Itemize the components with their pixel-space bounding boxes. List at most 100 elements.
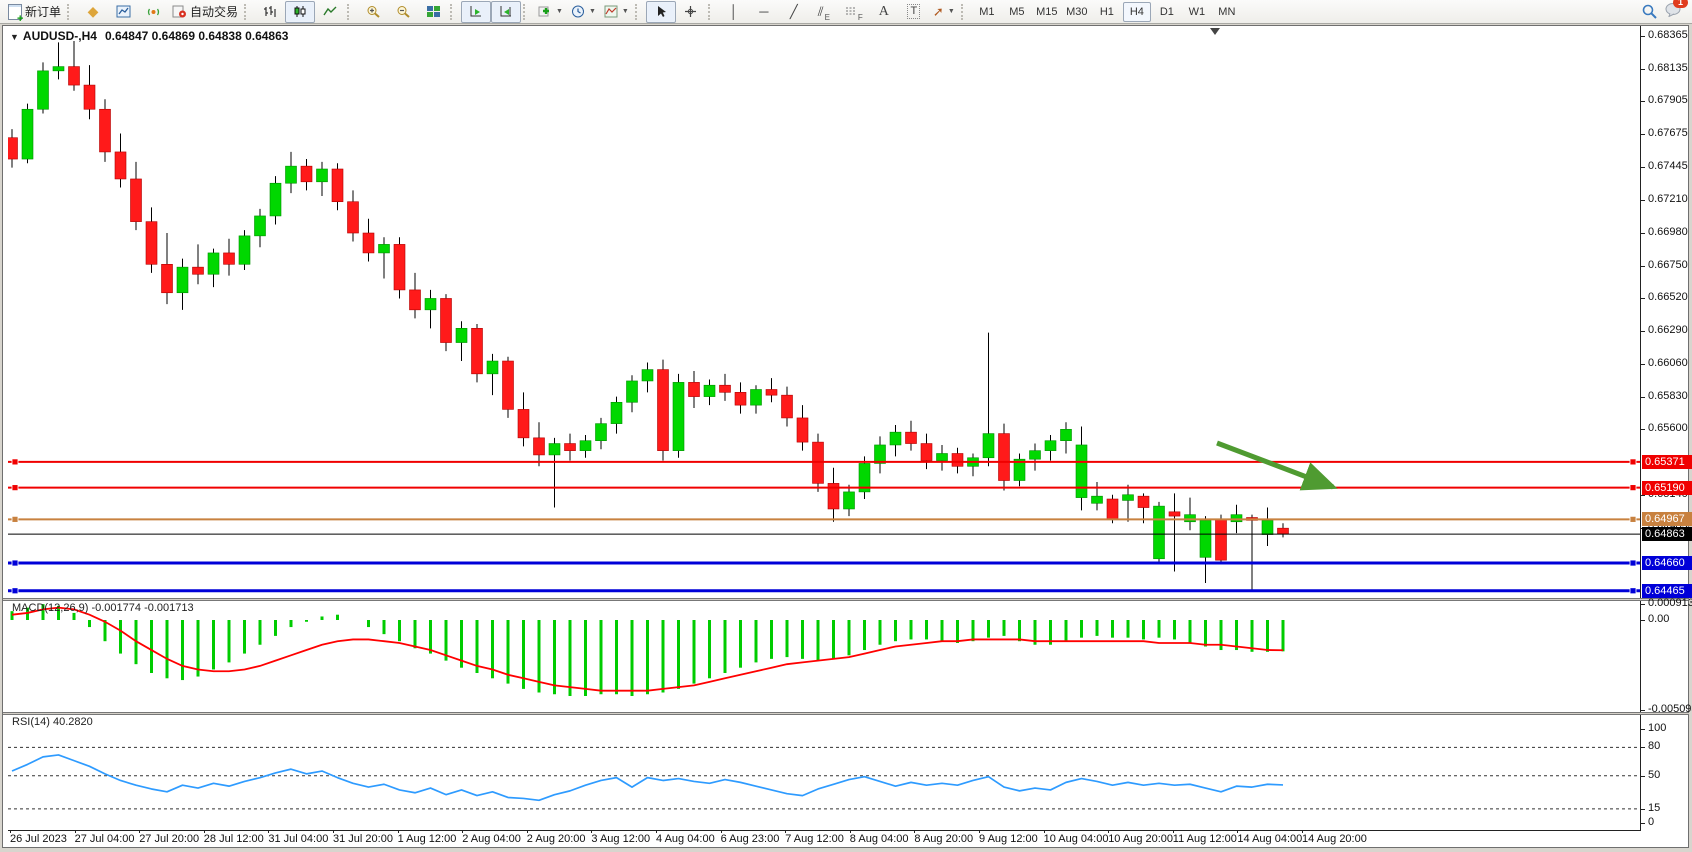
candle-bull xyxy=(177,267,188,293)
tf-M30[interactable]: M30 xyxy=(1063,2,1091,22)
candle-bear xyxy=(394,244,405,290)
candle-bull xyxy=(1045,441,1056,451)
candlestick-button[interactable] xyxy=(285,1,315,23)
candle-bull xyxy=(937,453,948,460)
new-order-icon: + xyxy=(8,4,22,20)
tf-M5[interactable]: M5 xyxy=(1003,2,1031,22)
autotrading-button[interactable]: 自动交易 xyxy=(168,1,242,23)
candle-bull xyxy=(627,381,638,402)
line-price-flag[interactable]: 0.65190 xyxy=(1642,481,1692,495)
line-handle xyxy=(1630,588,1636,594)
horizontal-line-button[interactable]: ─ xyxy=(749,1,779,23)
tf-W1[interactable]: W1 xyxy=(1183,2,1211,22)
line-price-flag[interactable]: 0.65371 xyxy=(1642,455,1692,469)
tf-H4[interactable]: H4 xyxy=(1123,2,1151,22)
candlestick-icon xyxy=(293,5,307,18)
new-chart-button[interactable] xyxy=(108,1,138,23)
rsi-tick-label: 0 xyxy=(1648,816,1654,828)
crosshair-button[interactable] xyxy=(676,1,706,23)
chart-shift-marker[interactable] xyxy=(1210,28,1220,35)
date-label: 8 Aug 04:00 xyxy=(850,833,909,845)
price-tick-label: 0.65830 xyxy=(1648,390,1688,402)
periods-button[interactable]: ▼ xyxy=(567,1,600,23)
symbol-period-label: AUDUSD-,H4 xyxy=(23,29,97,43)
separator xyxy=(244,4,253,20)
auto-scroll-button[interactable] xyxy=(461,1,491,23)
separator xyxy=(450,4,459,20)
candle-bull xyxy=(1185,515,1196,522)
date-label: 31 Jul 04:00 xyxy=(268,833,328,845)
macd-pane[interactable] xyxy=(8,601,1640,712)
arrows-button[interactable]: ➚ ▼ xyxy=(929,1,959,23)
fibo-sub-label: F xyxy=(858,13,863,22)
vertical-line-icon: │ xyxy=(730,5,738,18)
tf-MN[interactable]: MN xyxy=(1213,2,1241,22)
candle-bull xyxy=(642,370,653,381)
line-chart-button[interactable] xyxy=(315,1,345,23)
chevron-down-icon: ▼ xyxy=(622,8,629,15)
macd-tick xyxy=(1640,710,1645,711)
vertical-line-button[interactable]: │ xyxy=(719,1,749,23)
text-label-button[interactable]: T xyxy=(899,1,929,23)
candle-bear xyxy=(797,418,808,442)
line-handle xyxy=(1630,560,1636,566)
equidistant-channel-button[interactable]: ⫽ E xyxy=(809,1,839,23)
separator xyxy=(67,4,76,20)
styler-button[interactable]: ◆ xyxy=(78,1,108,23)
main-chart[interactable] xyxy=(8,27,1640,598)
zoom-in-button[interactable] xyxy=(358,1,388,23)
candle-bull xyxy=(379,244,390,253)
line-price-flag[interactable]: 0.64660 xyxy=(1642,556,1692,570)
separator xyxy=(347,4,356,20)
candle-bear xyxy=(1216,519,1227,560)
price-tick xyxy=(1640,429,1645,430)
templates-button[interactable]: ▼ xyxy=(600,1,633,23)
horizontal-line-icon: ─ xyxy=(759,5,768,18)
community-button[interactable]: 1 xyxy=(1665,2,1682,22)
rsi-tick-label: 80 xyxy=(1648,740,1660,752)
chart-shift-button[interactable] xyxy=(491,1,521,23)
signals-button[interactable] xyxy=(138,1,168,23)
rsi-line xyxy=(12,755,1283,800)
candle-bear xyxy=(84,85,95,109)
candle-bull xyxy=(1200,520,1211,557)
text-button[interactable]: A xyxy=(869,1,899,23)
line-handle xyxy=(1630,485,1636,491)
trendline-button[interactable]: ╱ xyxy=(779,1,809,23)
date-label: 10 Aug 20:00 xyxy=(1108,833,1173,845)
tile-windows-button[interactable] xyxy=(418,1,448,23)
line-price-flag[interactable]: 0.64967 xyxy=(1642,512,1692,526)
price-tick xyxy=(1640,200,1645,201)
candle-bear xyxy=(115,152,126,179)
zoom-out-button[interactable] xyxy=(388,1,418,23)
macd-tick xyxy=(1640,620,1645,621)
pane-separator[interactable] xyxy=(3,712,1689,715)
pane-separator[interactable] xyxy=(3,598,1689,601)
new-chart-icon xyxy=(116,5,131,18)
candle-bear xyxy=(100,109,111,152)
rsi-pane[interactable] xyxy=(8,715,1640,830)
rsi-tick xyxy=(1640,729,1645,730)
candle-bear xyxy=(441,298,452,342)
text-label-icon: T xyxy=(907,4,920,19)
search-icon[interactable] xyxy=(1642,4,1657,19)
tf-D1[interactable]: D1 xyxy=(1153,2,1181,22)
tf-M15[interactable]: M15 xyxy=(1033,2,1061,22)
chart-shift-icon xyxy=(499,5,513,18)
new-order-button[interactable]: + 新订单 xyxy=(4,1,65,23)
candle-bull xyxy=(549,444,560,455)
candle-bear xyxy=(472,328,483,374)
indicators-button[interactable]: ▼ xyxy=(534,1,567,23)
collapse-caret-icon[interactable]: ▼ xyxy=(10,32,19,42)
fibonacci-button[interactable]: F xyxy=(839,1,869,23)
chevron-down-icon: ▼ xyxy=(589,8,596,15)
cursor-button[interactable] xyxy=(646,1,676,23)
price-tick xyxy=(1640,397,1645,398)
line-price-flag[interactable]: 0.64465 xyxy=(1642,584,1692,598)
line-handle xyxy=(12,588,18,594)
candle-bull xyxy=(983,434,994,458)
tf-H1[interactable]: H1 xyxy=(1093,2,1121,22)
tf-M1[interactable]: M1 xyxy=(973,2,1001,22)
candle-bear xyxy=(766,389,777,395)
bar-chart-button[interactable] xyxy=(255,1,285,23)
